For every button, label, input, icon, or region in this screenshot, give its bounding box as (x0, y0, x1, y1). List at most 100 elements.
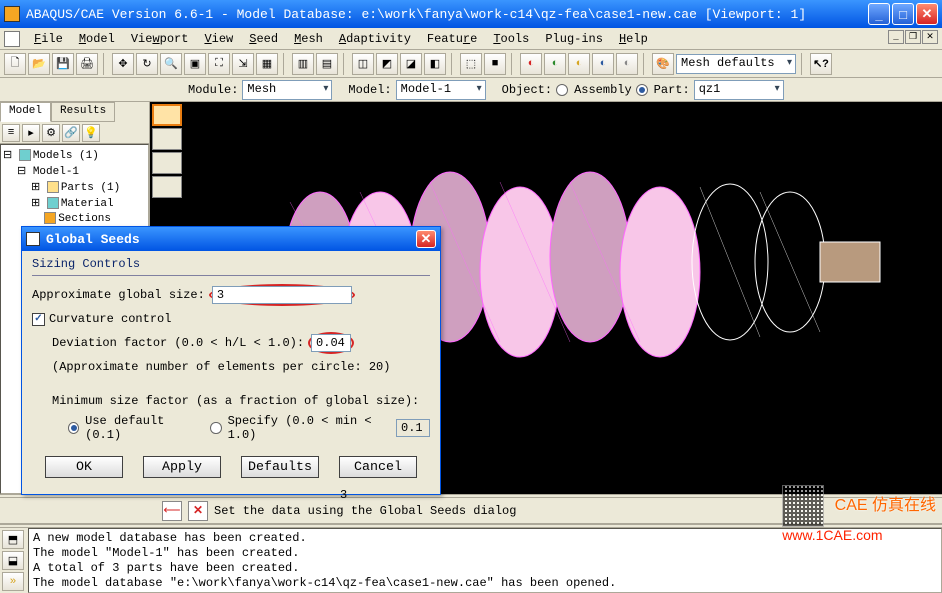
dialog-icon (26, 232, 40, 246)
menu-viewport[interactable]: Viewport (123, 30, 197, 48)
iso1-icon[interactable]: ◩ (376, 53, 398, 75)
doc-icon (4, 31, 20, 47)
print-icon[interactable]: 🖨 (76, 53, 98, 75)
seed-edge-icon[interactable] (152, 128, 182, 150)
prompt-text: Set the data using the Global Seeds dial… (214, 504, 516, 518)
menu-feature[interactable]: Feature (419, 30, 485, 48)
menu-model[interactable]: Model (71, 30, 123, 48)
grid1-icon[interactable]: ▥ (292, 53, 314, 75)
color2-icon[interactable]: ◐ (544, 53, 566, 75)
tree-filter-icon[interactable]: ≡ (2, 124, 20, 142)
menubar: FFileile Model Viewport View Seed Mesh A… (0, 28, 942, 50)
color5-icon[interactable]: ◐ (616, 53, 638, 75)
zoom-icon[interactable]: 🔍 (160, 53, 182, 75)
approx-elements-label: (Approximate number of elements per circ… (52, 360, 390, 374)
menu-seed[interactable]: Seed (241, 30, 286, 48)
dialog-title: Global Seeds (46, 232, 416, 247)
minimize-button[interactable]: _ (868, 3, 890, 25)
close-button[interactable]: ✕ (916, 3, 938, 25)
menu-file[interactable]: FFileile (26, 30, 71, 48)
menu-plugins[interactable]: Plug-ins (537, 30, 611, 48)
mesh-defaults-dropdown[interactable]: Mesh defaults (676, 54, 796, 74)
prompt-cancel-icon[interactable]: ✕ (188, 501, 208, 521)
module-dropdown[interactable]: Mesh (242, 80, 332, 100)
menu-adaptivity[interactable]: Adaptivity (331, 30, 419, 48)
curvature-control-checkbox[interactable]: ✓ (32, 313, 45, 326)
msg-tool-1[interactable]: ⬒ (2, 530, 24, 549)
color1-icon[interactable]: ◐ (520, 53, 542, 75)
iso2-icon[interactable]: ◪ (400, 53, 422, 75)
message-line: The model "Model-1" has been created. (33, 546, 937, 561)
iso3-icon[interactable]: ◧ (424, 53, 446, 75)
help-icon[interactable]: ↖? (810, 53, 832, 75)
watermark: CAE 仿真在线 www.1CAE.com (782, 485, 936, 545)
ok-button[interactable]: OK (45, 456, 123, 478)
mdi-restore[interactable]: ❐ (905, 30, 921, 44)
cancel-button[interactable]: Cancel (339, 456, 417, 478)
pan-icon[interactable]: ✥ (112, 53, 134, 75)
app-icon (4, 6, 20, 22)
defaults-button[interactable]: Defaults (241, 456, 319, 478)
message-line: The model database "e:\work\fanya\work-c… (33, 576, 937, 591)
window-title: ABAQUS/CAE Version 6.6-1 - Model Databas… (26, 7, 868, 22)
color4-icon[interactable]: ◐ (592, 53, 614, 75)
assembly-radio[interactable] (556, 84, 568, 96)
box-zoom-icon[interactable]: ▣ (184, 53, 206, 75)
save-icon[interactable]: 💾 (52, 53, 74, 75)
specify-label: Specify (0.0 < min < 1.0) (228, 414, 392, 442)
module-label: Module: (188, 83, 238, 97)
specify-radio[interactable] (210, 422, 221, 434)
mesh-region-icon[interactable] (152, 176, 182, 198)
part-radio[interactable] (636, 84, 648, 96)
mesh-part-icon[interactable] (152, 152, 182, 174)
part-label: Part: (654, 83, 690, 97)
model-dropdown[interactable]: Model-1 (396, 80, 486, 100)
maximize-button[interactable]: □ (892, 3, 914, 25)
approx-size-input[interactable] (212, 286, 352, 304)
apply-button[interactable]: Apply (143, 456, 221, 478)
main-toolbar: 🗋 📂 💾 🖨 ✥ ↻ 🔍 ▣ ⛶ ⇲ ▦ ▥ ▤ ◫ ◩ ◪ ◧ ⬚ ■ ◐ … (0, 50, 942, 78)
tree-link-icon[interactable]: 🔗 (62, 124, 80, 142)
use-default-radio[interactable] (68, 422, 79, 434)
prompt-back-icon[interactable]: ⟵ (162, 501, 182, 521)
rotate-icon[interactable]: ↻ (136, 53, 158, 75)
tab-model[interactable]: Model (0, 102, 51, 122)
open-icon[interactable]: 📂 (28, 53, 50, 75)
menu-help[interactable]: Help (611, 30, 656, 48)
model-label: Model: (348, 83, 391, 97)
autoview-icon[interactable]: ⇲ (232, 53, 254, 75)
new-icon[interactable]: 🗋 (4, 53, 26, 75)
curvature-control-label: Curvature control (49, 312, 171, 326)
specify-input[interactable] (396, 419, 430, 437)
menu-tools[interactable]: Tools (485, 30, 537, 48)
color3-icon[interactable]: ◐ (568, 53, 590, 75)
deviation-input[interactable] (311, 334, 351, 352)
view-cycle-icon[interactable]: ▦ (256, 53, 278, 75)
object-label: Object: (502, 83, 552, 97)
msg-tool-2[interactable]: ⬓ (2, 551, 24, 570)
message-line: A total of 3 parts have been created. (33, 561, 937, 576)
menu-view[interactable]: View (196, 30, 241, 48)
global-seeds-dialog: Global Seeds ✕ Sizing Controls Approxima… (21, 226, 441, 495)
mdi-minimize[interactable]: _ (888, 30, 904, 44)
mdi-close[interactable]: ✕ (922, 30, 938, 44)
wire-icon[interactable]: ⬚ (460, 53, 482, 75)
tree-set-icon[interactable]: ⚙ (42, 124, 60, 142)
assembly-label: Assembly (574, 83, 632, 97)
tab-results[interactable]: Results (51, 102, 115, 122)
deviation-label: Deviation factor (0.0 < h/L < 1.0): (52, 336, 304, 350)
tree-expand-icon[interactable]: ▸ (22, 124, 40, 142)
part-dropdown[interactable]: qz1 (694, 80, 784, 100)
seed-part-icon[interactable] (152, 104, 182, 126)
menu-mesh[interactable]: Mesh (286, 30, 331, 48)
palette-icon[interactable]: 🎨 (652, 53, 674, 75)
tree-bulb-icon[interactable]: 💡 (82, 124, 100, 142)
window-titlebar: ABAQUS/CAE Version 6.6-1 - Model Databas… (0, 0, 942, 28)
seed-counter: 3 (340, 488, 347, 502)
persp-icon[interactable]: ◫ (352, 53, 374, 75)
fit-icon[interactable]: ⛶ (208, 53, 230, 75)
shade-icon[interactable]: ■ (484, 53, 506, 75)
qr-icon (782, 485, 824, 527)
dialog-close-button[interactable]: ✕ (416, 230, 436, 248)
grid2-icon[interactable]: ▤ (316, 53, 338, 75)
